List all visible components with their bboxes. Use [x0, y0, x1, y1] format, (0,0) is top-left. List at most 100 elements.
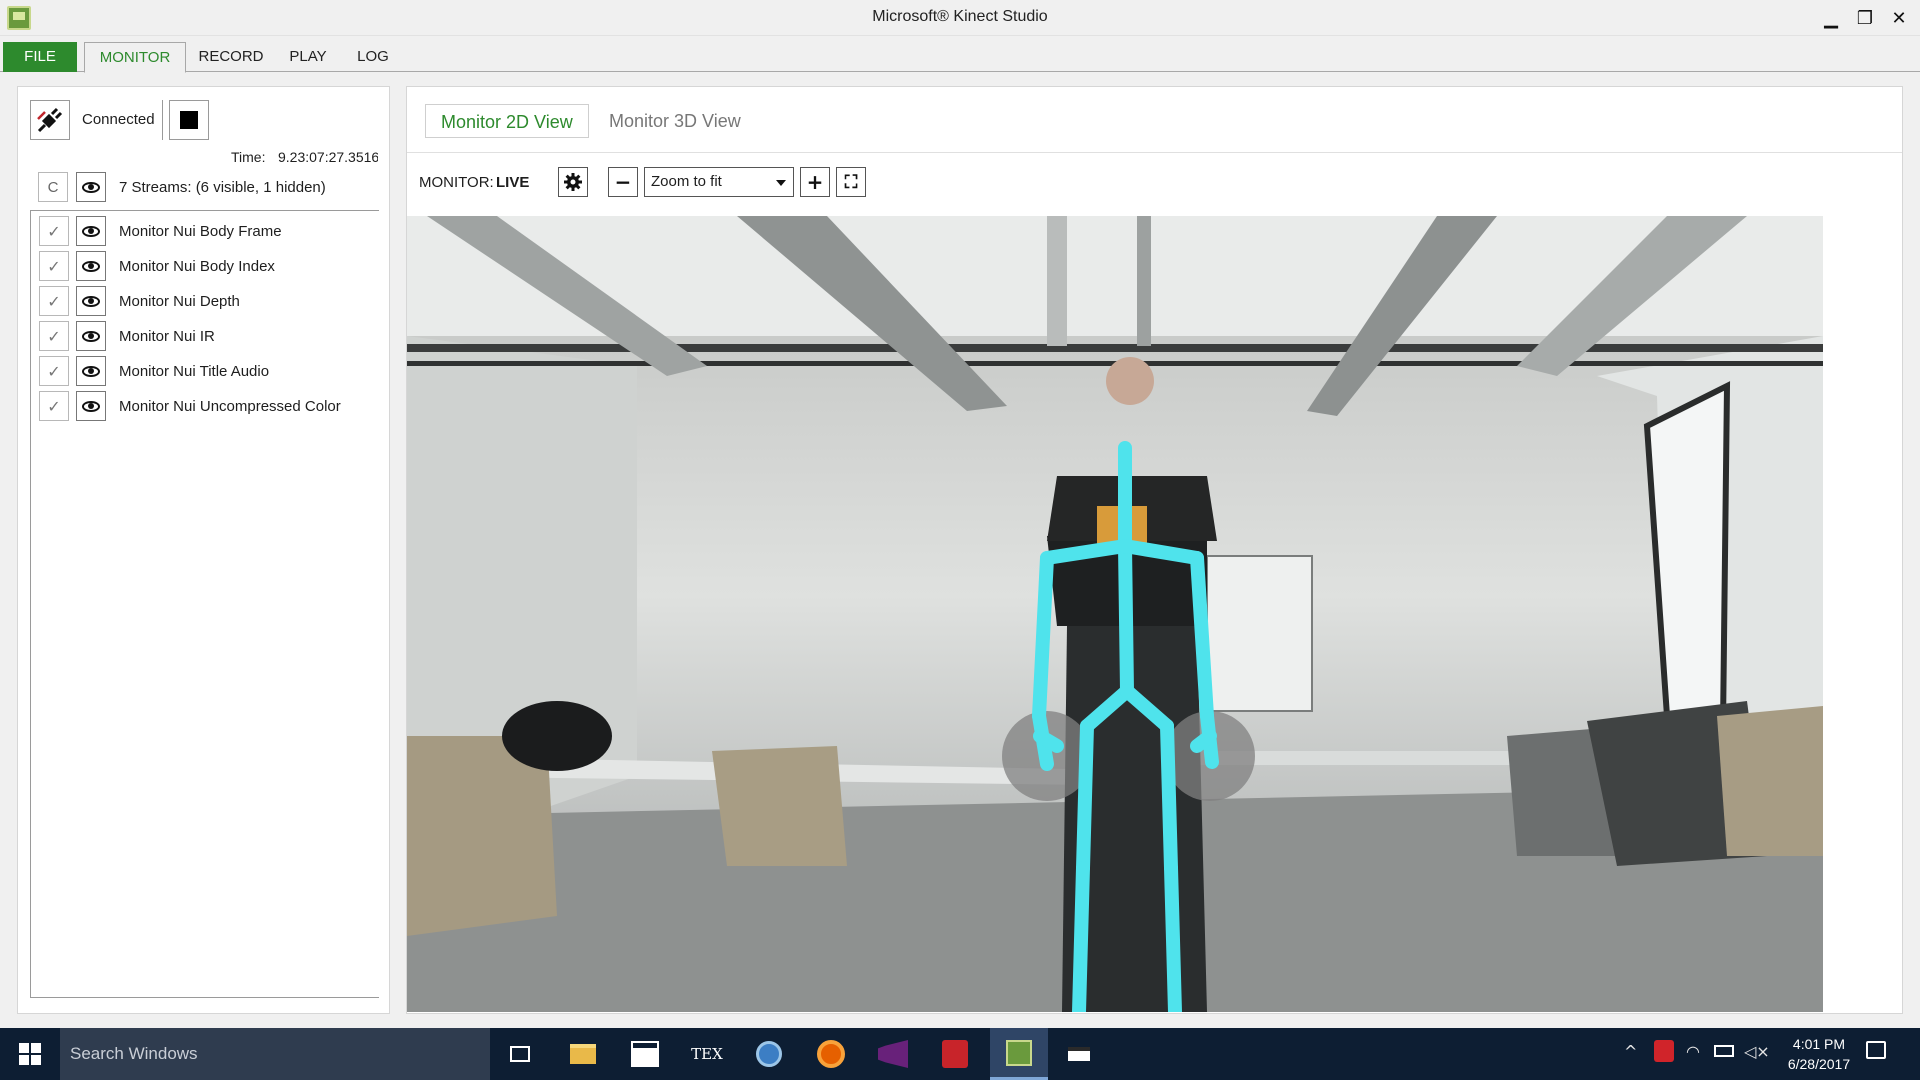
menu-record[interactable]: RECORD: [196, 42, 266, 72]
plug-icon: [37, 107, 63, 133]
pdf-editor-icon[interactable]: [932, 1034, 978, 1074]
wifi-icon[interactable]: ◠: [1686, 1042, 1700, 1061]
taskbar: Search Windows TEX ^ ◠ ◁× 4:01 PM 6/28/2…: [0, 1028, 1920, 1080]
connect-button[interactable]: [30, 100, 70, 140]
gear-icon: [564, 173, 582, 191]
fullscreen-button[interactable]: ⛶: [836, 167, 866, 197]
eye-icon: [82, 400, 100, 412]
visual-studio-icon[interactable]: [870, 1034, 916, 1074]
stream-name: Monitor Nui IR: [119, 328, 215, 345]
store-icon[interactable]: [622, 1034, 668, 1074]
stream-check-button[interactable]: ✓: [39, 391, 69, 421]
eye-icon: [82, 260, 100, 272]
file-explorer-icon[interactable]: [560, 1034, 606, 1074]
stream-name: Monitor Nui Depth: [119, 293, 240, 310]
restore-button[interactable]: ❐: [1848, 4, 1882, 32]
stop-button[interactable]: [169, 100, 209, 140]
minimize-button[interactable]: ▁: [1814, 4, 1848, 32]
chevron-down-icon: [776, 180, 786, 186]
list-item: ✓ Monitor Nui Uncompressed Color: [39, 389, 379, 424]
monitor-label: MONITOR:: [419, 174, 494, 191]
stream-visibility-button[interactable]: [76, 216, 106, 246]
menu-bar: FILE MONITOR RECORD PLAY LOG: [0, 42, 1920, 73]
menu-monitor[interactable]: MONITOR: [84, 42, 186, 73]
check-icon: ✓: [47, 221, 61, 241]
check-icon: ✓: [47, 326, 61, 346]
tab-monitor-2d-view[interactable]: Monitor 2D View: [425, 104, 589, 138]
zoom-select[interactable]: Zoom to fit: [644, 167, 794, 197]
list-item: ✓ Monitor Nui Depth: [39, 284, 379, 319]
list-item: ✓ Monitor Nui IR: [39, 319, 379, 354]
kinect-studio-taskbar-icon[interactable]: [990, 1028, 1048, 1080]
color-camera-frame: [407, 216, 1823, 1012]
menu-file[interactable]: FILE: [3, 42, 77, 72]
stream-name: Monitor Nui Body Index: [119, 258, 275, 275]
eye-icon: [82, 225, 100, 237]
title-bar: Microsoft® Kinect Studio ▁ ❐ ✕: [0, 0, 1920, 36]
stream-visibility-button[interactable]: [76, 321, 106, 351]
check-icon: ✓: [47, 256, 61, 276]
task-view-icon[interactable]: [497, 1034, 543, 1074]
menu-play[interactable]: PLAY: [280, 42, 336, 72]
camera-viewport[interactable]: [407, 216, 1823, 1012]
action-center-icon[interactable]: [1866, 1041, 1886, 1059]
zoom-value: Zoom to fit: [651, 173, 722, 190]
time-value: 9.23:07:27.3516: [278, 149, 378, 165]
settings-button[interactable]: [558, 167, 588, 197]
start-button[interactable]: [0, 1028, 60, 1080]
stream-check-button[interactable]: ✓: [39, 286, 69, 316]
list-item: ✓ Monitor Nui Title Audio: [39, 354, 379, 389]
monitor-state: LIVE: [496, 174, 530, 191]
check-icon: ✓: [47, 291, 61, 311]
stream-visibility-button[interactable]: [76, 356, 106, 386]
divider: [407, 152, 1902, 153]
window-title: Microsoft® Kinect Studio: [872, 8, 1048, 25]
divider: [162, 100, 163, 140]
volume-muted-icon[interactable]: ◁×: [1744, 1042, 1770, 1061]
stream-name: Monitor Nui Body Frame: [119, 223, 282, 240]
firefox-icon[interactable]: [808, 1034, 854, 1074]
tab-monitor-3d-view[interactable]: Monitor 3D View: [594, 104, 756, 138]
stream-check-button[interactable]: ✓: [39, 216, 69, 246]
c-button[interactable]: C: [38, 172, 68, 202]
clock-date: 6/28/2017: [1787, 1056, 1851, 1072]
check-icon: ✓: [47, 396, 61, 416]
tex-icon[interactable]: TEX: [684, 1034, 730, 1074]
zoom-out-button[interactable]: −: [608, 167, 638, 197]
stop-icon: [180, 111, 198, 129]
list-item: ✓ Monitor Nui Body Index: [39, 249, 379, 284]
thunderbird-icon[interactable]: [746, 1034, 792, 1074]
check-icon: ✓: [47, 361, 61, 381]
stream-name: Monitor Nui Title Audio: [119, 363, 270, 380]
eye-icon: [82, 295, 100, 307]
toggle-visibility-all-button[interactable]: [76, 172, 106, 202]
time-label: Time:: [231, 149, 266, 165]
stream-check-button[interactable]: ✓: [39, 251, 69, 281]
chevron-up-icon[interactable]: ^: [1624, 1042, 1637, 1061]
streams-summary: 7 Streams: (6 visible, 1 hidden): [119, 179, 326, 196]
battery-icon[interactable]: [1714, 1042, 1734, 1057]
close-button[interactable]: ✕: [1882, 4, 1916, 32]
menu-log[interactable]: LOG: [350, 42, 396, 72]
stream-name: Monitor Nui Uncompressed Color: [119, 398, 341, 415]
stream-visibility-button[interactable]: [76, 251, 106, 281]
taskbar-search-box[interactable]: Search Windows: [60, 1028, 490, 1080]
minus-icon: −: [614, 170, 632, 194]
stream-check-button[interactable]: ✓: [39, 321, 69, 351]
eye-icon: [82, 181, 100, 193]
zoom-in-button[interactable]: +: [800, 167, 830, 197]
eye-icon: [82, 365, 100, 377]
app-console-icon[interactable]: [1056, 1034, 1102, 1074]
list-item: ✓ Monitor Nui Body Frame: [39, 214, 379, 249]
plus-icon: +: [806, 170, 824, 194]
taskbar-clock[interactable]: 4:01 PM 6/28/2017: [1774, 1034, 1864, 1074]
stream-check-button[interactable]: ✓: [39, 356, 69, 386]
stream-visibility-button[interactable]: [76, 391, 106, 421]
acrobat-tray-icon[interactable]: [1654, 1040, 1674, 1062]
fullscreen-icon: ⛶: [844, 171, 858, 193]
streams-panel: Connected Time: 9.23:07:27.3516 C 7 Stre…: [17, 86, 390, 1014]
windows-logo-icon: [19, 1043, 41, 1065]
eye-icon: [82, 330, 100, 342]
clock-time: 4:01 PM: [1792, 1036, 1846, 1052]
stream-visibility-button[interactable]: [76, 286, 106, 316]
